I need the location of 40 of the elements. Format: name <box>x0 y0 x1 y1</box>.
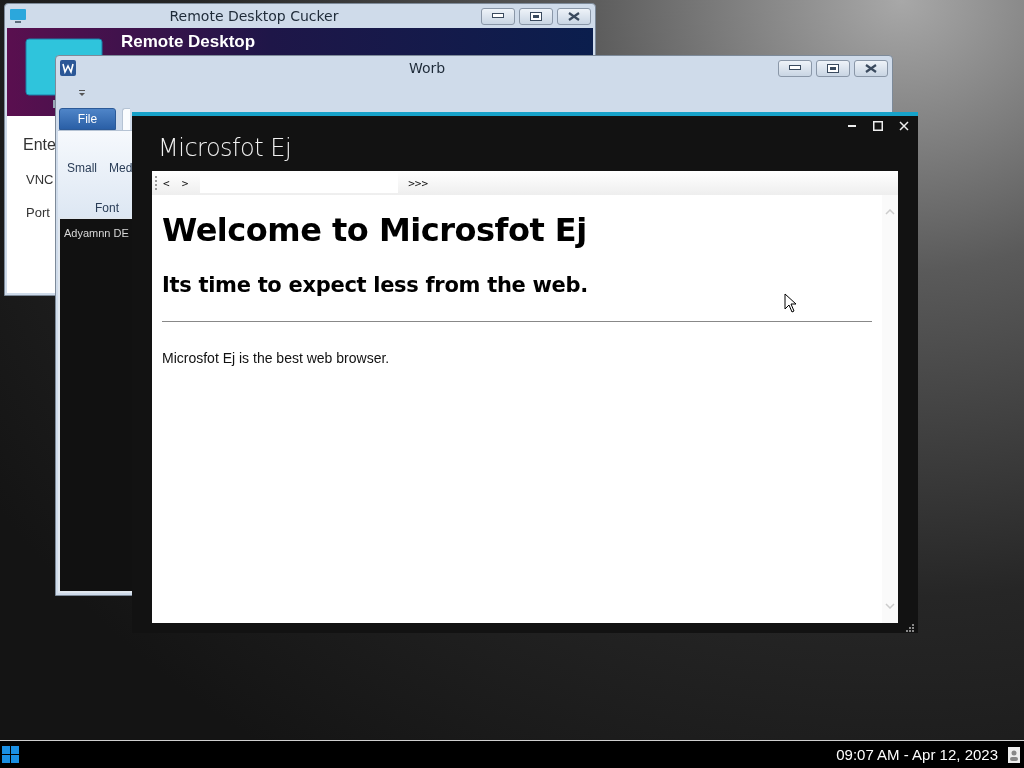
ribbon-item[interactable]: Small <box>67 161 97 175</box>
page-paragraph: Microsfot Ej is the best web browser. <box>162 350 390 366</box>
go-button[interactable]: >>> <box>402 173 435 193</box>
banner-title: Remote Desktop <box>121 32 256 52</box>
maximize-button[interactable] <box>816 59 850 77</box>
page-subheading: Its time to expect less from the web. <box>162 273 588 297</box>
user-icon[interactable] <box>1008 746 1020 763</box>
maximize-button[interactable] <box>519 7 553 25</box>
minimize-icon <box>789 65 801 71</box>
minimize-button[interactable] <box>778 59 812 77</box>
resize-grip-icon[interactable] <box>906 624 914 632</box>
close-icon <box>865 63 877 73</box>
page-heading: Welcome to Microsfot Ej <box>162 211 587 249</box>
close-button[interactable] <box>557 7 591 25</box>
form-label: Port <box>26 205 50 220</box>
minimize-button[interactable] <box>481 7 515 25</box>
mouse-cursor-icon <box>784 293 797 313</box>
minimize-icon <box>848 125 856 127</box>
dropdown-icon[interactable] <box>78 89 86 97</box>
form-label: VNC <box>26 172 54 187</box>
file-tab[interactable]: File <box>59 108 116 130</box>
window-title: Remote Desktop Cucker <box>168 8 340 24</box>
start-icon[interactable] <box>2 746 19 763</box>
document-text: Adyamnn DE <box>64 227 129 239</box>
word-logo-icon <box>60 60 76 76</box>
window-title: Worb <box>407 60 447 76</box>
maximize-icon <box>530 11 542 21</box>
minimize-icon <box>492 13 504 19</box>
close-button[interactable] <box>854 59 888 77</box>
form-label: Ente <box>23 136 56 154</box>
monitor-icon <box>9 8 27 24</box>
group-label: Font <box>94 201 120 217</box>
close-icon <box>899 121 909 131</box>
forward-button[interactable]: > <box>175 173 195 193</box>
back-button[interactable]: < <box>157 173 176 193</box>
maximize-icon <box>873 121 883 131</box>
window-title: Microsfot Ej <box>158 134 292 162</box>
maximize-icon <box>827 63 839 73</box>
clock: 09:07 AM - Apr 12, 2023 <box>836 746 998 763</box>
close-icon <box>568 11 580 21</box>
